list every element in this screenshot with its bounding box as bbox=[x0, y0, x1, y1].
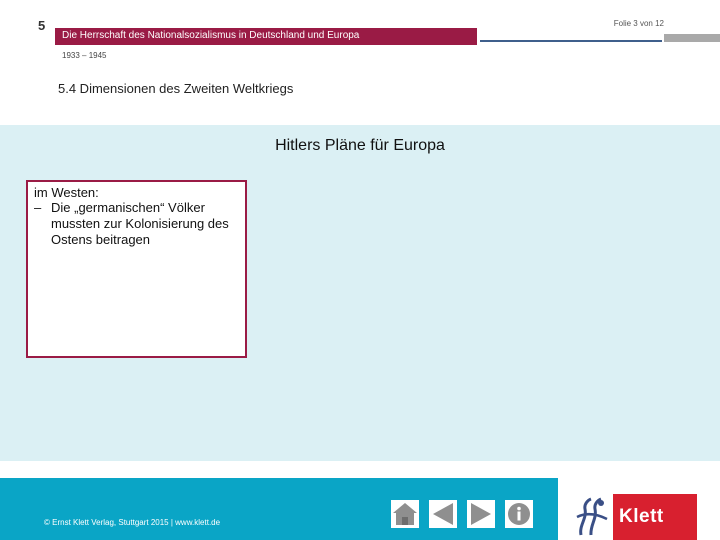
chapter-title: Die Herrschaft des Nationalsozialismus i… bbox=[62, 30, 360, 41]
list-item: – Die „germanischen“ Völker mussten zur … bbox=[34, 200, 239, 248]
info-box-west: im Westen: – Die „germanischen“ Völker m… bbox=[26, 180, 247, 358]
home-button[interactable] bbox=[391, 500, 419, 528]
previous-icon bbox=[433, 503, 453, 525]
list-item-text: Die „germanischen“ Völker mussten zur Ko… bbox=[51, 200, 229, 247]
section-title: 5.4 Dimensionen des Zweiten Weltkriegs bbox=[58, 81, 294, 96]
slide-heading: Hitlers Pläne für Europa bbox=[275, 137, 445, 154]
previous-slide-button[interactable] bbox=[429, 500, 457, 528]
copyright-notice: © Ernst Klett Verlag, Stuttgart 2015 | w… bbox=[44, 518, 221, 527]
next-icon bbox=[471, 503, 491, 525]
slide-counter: Folie 3 von 12 bbox=[613, 19, 664, 28]
klett-logo-text: Klett bbox=[619, 506, 664, 527]
info-icon bbox=[508, 503, 530, 525]
klett-emblem-icon bbox=[576, 497, 608, 536]
klett-logo: Klett bbox=[569, 489, 697, 540]
next-slide-button[interactable] bbox=[467, 500, 495, 528]
header-divider-gray bbox=[664, 34, 720, 42]
info-button[interactable] bbox=[505, 500, 533, 528]
chapter-years: 1933 – 1945 bbox=[62, 51, 107, 60]
home-icon bbox=[393, 503, 417, 525]
header-divider-blue bbox=[480, 40, 662, 42]
list-bullet: – bbox=[34, 200, 42, 215]
chapter-number: 5 bbox=[38, 18, 46, 33]
info-box-heading: im Westen: bbox=[34, 185, 99, 200]
